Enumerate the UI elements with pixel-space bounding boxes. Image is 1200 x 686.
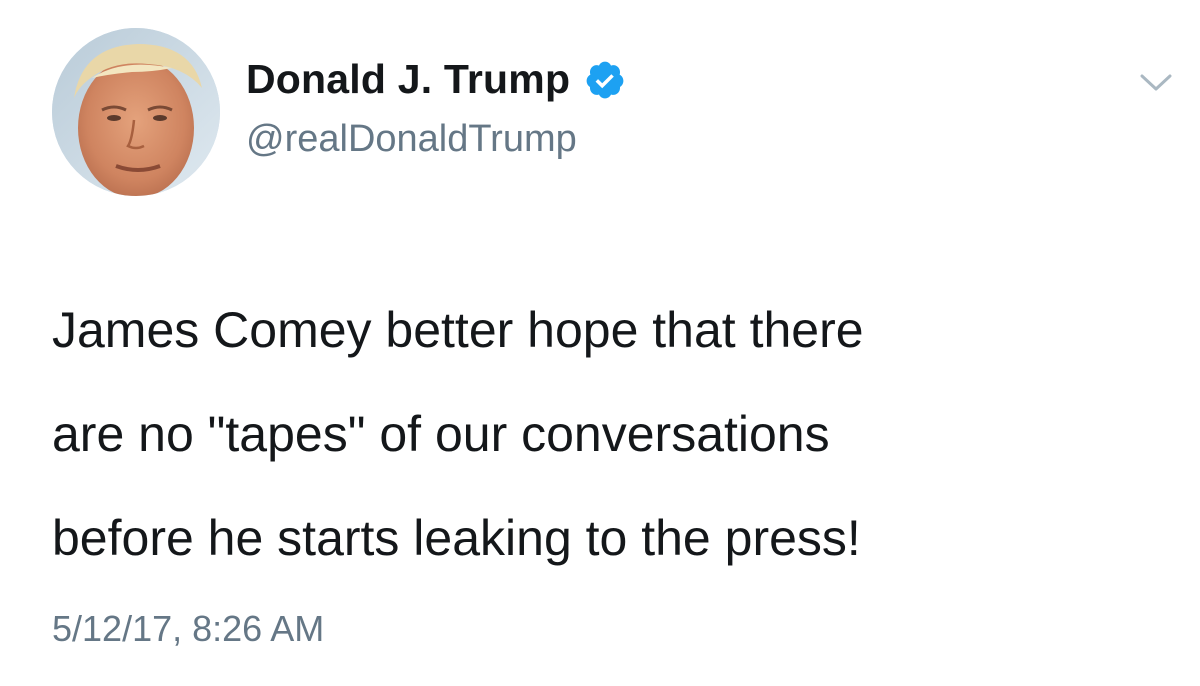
chevron-down-icon[interactable] <box>1138 70 1174 94</box>
display-name[interactable]: Donald J. Trump <box>246 56 570 103</box>
author-handle[interactable]: @realDonaldTrump <box>246 118 577 161</box>
avatar-image <box>52 28 220 196</box>
avatar[interactable] <box>52 28 220 196</box>
author-name-row[interactable]: Donald J. Trump <box>246 56 626 103</box>
tweet-card: Donald J. Trump @realDonaldTrump James C… <box>0 0 1200 686</box>
tweet-timestamp[interactable]: 5/12/17, 8:26 AM <box>52 608 324 650</box>
tweet-text: James Comey better hope that there are n… <box>52 302 864 566</box>
verified-badge-icon <box>586 61 624 98</box>
